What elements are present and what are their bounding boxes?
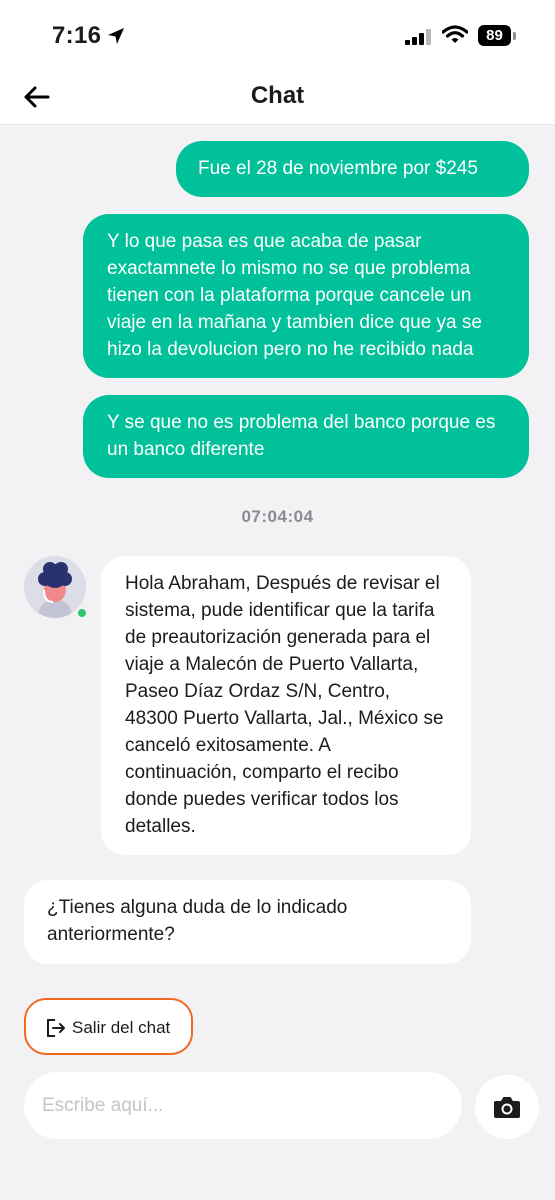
outgoing-message: Y se que no es problema del banco porque… [83,395,529,478]
status-bar: 7:16 89 [0,0,555,72]
online-status-dot [76,607,88,619]
outgoing-message: Y lo que pasa es que acaba de pasar exac… [83,214,529,378]
message-input[interactable] [24,1072,462,1139]
header: Chat [0,72,555,125]
camera-icon [494,1097,520,1118]
cellular-signal-icon [405,29,431,45]
incoming-message: ¿Tienes alguna duda de lo indicado anter… [24,880,471,964]
location-arrow-icon [108,28,124,44]
exit-door-icon [47,1019,65,1037]
exit-chat-button[interactable]: Salir del chat [24,998,193,1055]
battery-tip [513,32,516,40]
wifi-icon [442,25,468,43]
message-timestamp: 07:04:04 [241,507,314,526]
outgoing-message: Fue el 28 de noviembre por $245 [176,141,529,197]
page-title: Chat [250,82,305,109]
status-time: 7:16 [52,22,102,49]
exit-chat-label: Salir del chat [72,1018,171,1037]
battery-indicator: 89 [478,25,511,46]
incoming-message: Hola Abraham, Después de revisar el sist… [101,556,471,855]
camera-button[interactable] [475,1075,539,1139]
